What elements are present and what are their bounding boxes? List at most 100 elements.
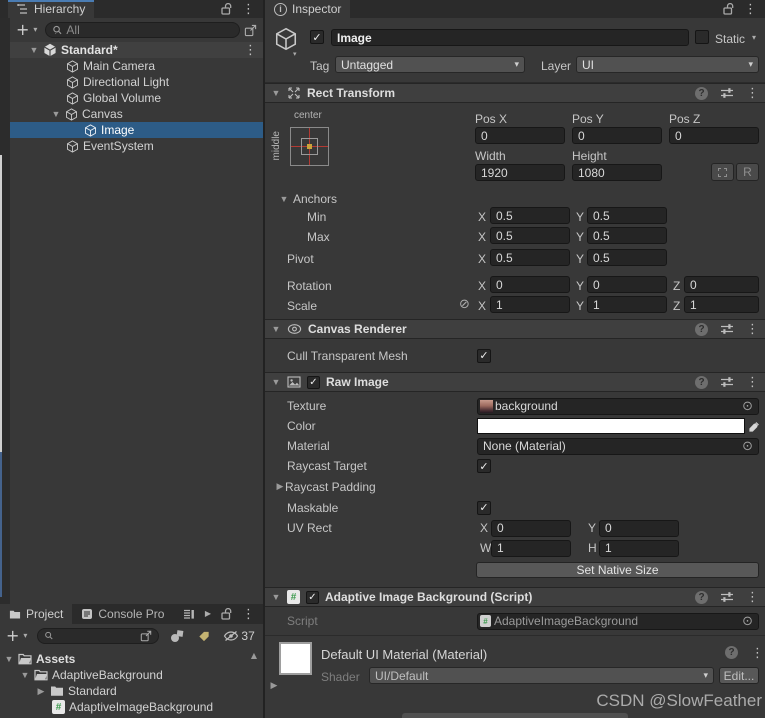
foldout-open-icon[interactable]: ▼ (51, 109, 61, 119)
open-new-window-icon[interactable] (244, 24, 257, 37)
pivot-x-field[interactable]: 0.5 (490, 249, 570, 266)
help-icon[interactable]: ? (695, 375, 708, 389)
object-picker-icon[interactable]: ⊙ (742, 439, 753, 454)
lock-icon[interactable] (723, 3, 734, 15)
open-new-window-icon[interactable] (140, 630, 152, 642)
foldout-open-icon[interactable]: ▼ (4, 654, 14, 664)
project-tree-item[interactable]: # AdaptiveImageBackground (0, 699, 263, 715)
script-enabled-checkbox[interactable]: ✓ (306, 590, 319, 604)
menu-kebab-icon[interactable]: ⋮ (746, 322, 759, 337)
object-picker-icon[interactable]: ⊙ (742, 614, 753, 629)
project-tree-item[interactable]: ▶ Standard (0, 683, 263, 699)
foldout-open-icon[interactable]: ▼ (271, 377, 281, 387)
project-tree-item[interactable]: ▼ Assets (0, 651, 263, 667)
add-icon[interactable]: + (16, 22, 29, 38)
foldout-closed-icon[interactable]: ▶ (36, 686, 46, 697)
raw-image-header[interactable]: ▼ ✓ Raw Image ? ⋮ (265, 372, 765, 392)
raw-edit-mode-button[interactable]: R (736, 163, 759, 181)
eyedropper-icon[interactable] (748, 420, 761, 433)
pivot-y-field[interactable]: 0.5 (587, 249, 667, 266)
material-object-field[interactable]: None (Material) ⊙ (477, 437, 759, 455)
uv-y-field[interactable]: 0 (599, 519, 679, 537)
presets-icon[interactable] (720, 323, 734, 335)
rotation-x-field[interactable]: 0 (490, 276, 570, 293)
foldout-closed-icon[interactable]: ▶ (275, 481, 285, 492)
help-icon[interactable]: ? (695, 322, 708, 336)
hierarchy-item[interactable]: ▼ Canvas (10, 106, 263, 122)
anchors-foldout-icon[interactable]: ▼ (279, 194, 289, 204)
active-checkbox[interactable]: ✓ (310, 30, 324, 44)
lock-icon[interactable] (221, 608, 232, 620)
uv-h-field[interactable]: 1 (599, 539, 679, 557)
rect-transform-header[interactable]: ▼ Rect Transform ? ⋮ (265, 83, 765, 103)
presets-icon[interactable] (720, 87, 734, 99)
menu-kebab-icon[interactable]: ⋮ (746, 86, 759, 101)
anchor-min-y-field[interactable]: 0.5 (587, 207, 667, 224)
menu-kebab-icon[interactable]: ⋮ (242, 607, 255, 622)
list-slider-icon[interactable] (183, 609, 195, 620)
pos-z-field[interactable]: 0 (669, 127, 759, 144)
blueprint-mode-button[interactable] (711, 163, 734, 181)
cull-transparent-mesh-checkbox[interactable]: ✓ (477, 348, 491, 363)
hierarchy-item[interactable]: Main Camera (10, 58, 263, 74)
uv-x-field[interactable]: 0 (491, 519, 571, 537)
expand-play-icon[interactable]: ▶ (205, 610, 211, 618)
height-field[interactable]: 1080 (572, 164, 662, 181)
foldout-open-icon[interactable]: ▼ (271, 592, 281, 602)
scene-kebab-icon[interactable]: ⋮ (244, 43, 257, 58)
tab-hierarchy[interactable]: Hierarchy (8, 0, 95, 18)
presets-icon[interactable] (720, 591, 734, 603)
add-icon[interactable]: + (6, 628, 19, 644)
anchor-max-y-field[interactable]: 0.5 (587, 227, 667, 244)
foldout-open-icon[interactable]: ▼ (271, 88, 281, 98)
color-swatch[interactable] (477, 418, 745, 434)
project-search-input[interactable] (37, 628, 160, 644)
hierarchy-item[interactable]: Global Volume (10, 90, 263, 106)
search-by-label-icon[interactable] (197, 630, 211, 643)
object-picker-icon[interactable]: ⊙ (742, 399, 753, 414)
shader-dropdown[interactable]: UI/Default ▾ (369, 667, 714, 684)
raycast-padding-row[interactable]: ▶ Raycast Padding (265, 476, 765, 497)
anchor-preset-widget[interactable] (290, 127, 329, 166)
search-by-type-icon[interactable] (169, 629, 185, 643)
raw-image-enabled-checkbox[interactable]: ✓ (307, 375, 320, 389)
foldout-open-icon[interactable]: ▼ (271, 324, 281, 334)
add-caret-icon[interactable]: ▾ (33, 26, 37, 34)
menu-kebab-icon[interactable]: ⋮ (746, 375, 759, 390)
scale-x-field[interactable]: 1 (490, 296, 570, 313)
gameobject-name-field[interactable]: Image (331, 29, 689, 46)
anchor-max-x-field[interactable]: 0.5 (490, 227, 570, 244)
raycast-target-checkbox[interactable]: ✓ (477, 459, 491, 473)
help-icon[interactable]: ? (695, 86, 708, 100)
presets-icon[interactable] (720, 376, 734, 388)
tab-project[interactable]: Project (0, 604, 73, 624)
hierarchy-item-selected[interactable]: Image (10, 122, 263, 138)
tag-dropdown[interactable]: Untagged ▾ (335, 56, 525, 73)
material-thumbnail[interactable] (279, 642, 312, 675)
static-checkbox[interactable] (695, 30, 709, 44)
add-caret-icon[interactable]: ▾ (23, 632, 27, 640)
pos-x-field[interactable]: 0 (475, 127, 565, 144)
maskable-checkbox[interactable]: ✓ (477, 500, 491, 515)
scale-y-field[interactable]: 1 (587, 296, 667, 313)
tab-inspector[interactable]: i Inspector (265, 0, 351, 18)
hierarchy-item[interactable]: Directional Light (10, 74, 263, 90)
tab-console-pro[interactable]: Console Pro (72, 604, 174, 624)
menu-kebab-icon[interactable]: ⋮ (242, 2, 255, 17)
foldout-open-icon[interactable]: ▼ (20, 670, 30, 680)
scale-z-field[interactable]: 1 (684, 296, 759, 313)
canvas-renderer-header[interactable]: ▼ Canvas Renderer ? ⋮ (265, 319, 765, 339)
lock-icon[interactable] (221, 3, 232, 15)
rotation-z-field[interactable]: 0 (684, 276, 759, 293)
shader-edit-button[interactable]: Edit... (719, 667, 759, 684)
scroll-up-icon[interactable]: ▲ (251, 652, 257, 660)
width-field[interactable]: 1920 (475, 164, 565, 181)
menu-kebab-icon[interactable]: ⋮ (751, 646, 764, 661)
uv-w-field[interactable]: 1 (491, 539, 571, 557)
set-native-size-button[interactable]: Set Native Size (476, 562, 759, 578)
texture-object-field[interactable]: background ⊙ (477, 397, 759, 415)
foldout-open-icon[interactable]: ▼ (29, 45, 39, 55)
scene-row[interactable]: ▼ Standard* ⋮ (10, 42, 263, 58)
static-caret-icon[interactable]: ▾ (752, 34, 756, 42)
help-icon[interactable]: ? (725, 646, 738, 659)
